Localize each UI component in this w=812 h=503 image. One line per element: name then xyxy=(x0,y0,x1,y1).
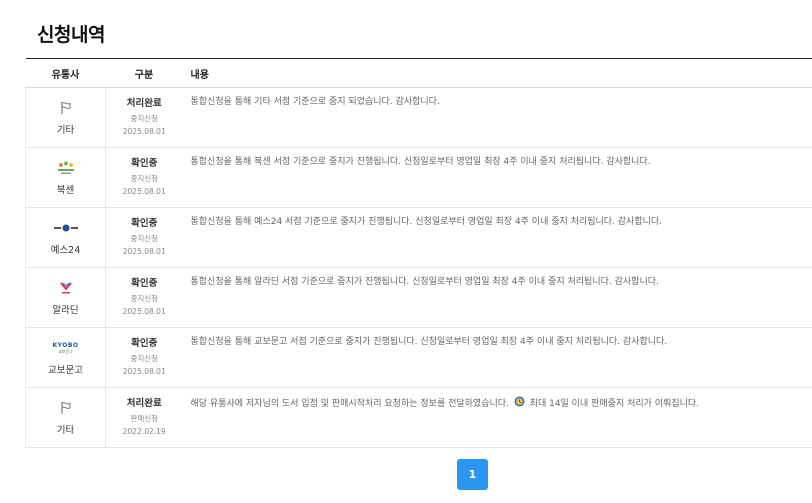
kind-cell: 확인중 중지신청 2025.08.01 xyxy=(105,207,183,268)
flag-icon xyxy=(26,398,105,418)
table-row: 북센 확인중 중지신청 2025.08.01 통합신청을 통해 북센 서점 기준… xyxy=(25,147,812,208)
request-date: 2022.02.19 xyxy=(122,427,166,436)
vendor-name: 예스24 xyxy=(50,245,81,256)
page-1-button[interactable]: 1 xyxy=(457,459,488,490)
yes24-logo xyxy=(26,218,105,238)
status-label: 확인중 xyxy=(131,278,158,289)
table-header-row: 유통사 구분 내용 xyxy=(25,58,812,88)
vendor-cell: 기타 xyxy=(25,87,106,148)
table-row: 알라딘 확인중 중지신청 2025.08.01 통합신청을 통해 알라딘 서점 … xyxy=(25,267,812,328)
content-cell: 통합신청을 통해 알라딘 서점 기준으로 중지가 진행됩니다. 신청일로부터 영… xyxy=(182,267,812,328)
table-row: 기타 처리완료 판매신청 2022.02.19 해당 유통사에 저자님의 도서 … xyxy=(25,387,812,448)
status-label: 처리완료 xyxy=(126,98,162,109)
request-type: 판매신청 xyxy=(130,414,159,423)
vendor-name: 알라딘 xyxy=(52,305,79,316)
request-type: 중지신청 xyxy=(130,114,159,123)
kind-cell: 처리완료 중지신청 2025.08.01 xyxy=(105,87,183,148)
request-date: 2025.08.01 xyxy=(122,307,166,316)
content-text: 해당 유통사에 저자님의 도서 입점 및 판매시작처리 요청하는 정보를 전달하… xyxy=(190,399,509,409)
kind-cell: 확인중 중지신청 2025.08.01 xyxy=(105,327,183,388)
request-type: 중지신청 xyxy=(130,234,159,243)
vendor-name: 교보문고 xyxy=(48,365,83,376)
content-cell: 통합신청을 통해 교보문고 서점 기준으로 중지가 진행됩니다. 신청일로부터 … xyxy=(182,327,812,388)
request-history-table: 유통사 구분 내용 기타 처리완료 중지신청 2025.08.01 통합신청을 … xyxy=(25,58,812,448)
vendor-name: 기타 xyxy=(56,425,75,436)
request-date: 2025.08.01 xyxy=(122,127,166,136)
vendor-name: 북센 xyxy=(56,185,75,196)
content-cell: 통합신청을 통해 기타 서점 기준으로 중지 되었습니다. 감사합니다. xyxy=(182,87,812,148)
clock-icon xyxy=(514,396,525,411)
content-cell: 통합신청을 통해 예스24 서점 기준으로 중지가 진행됩니다. 신청일로부터 … xyxy=(182,207,812,268)
vendor-cell: KYOBO 교보문고 교보문고 xyxy=(25,327,106,388)
request-type: 중지신청 xyxy=(130,174,159,183)
status-label: 처리완료 xyxy=(126,398,162,409)
kyobo-logo-subtext: 교보문고 xyxy=(58,348,73,354)
status-label: 확인중 xyxy=(131,218,158,229)
kind-cell: 확인중 중지신청 2025.08.01 xyxy=(105,147,183,208)
kyobo-logo-text: KYOBO xyxy=(52,341,79,349)
flag-icon xyxy=(26,98,105,118)
header-content: 내용 xyxy=(182,58,812,88)
table-row: KYOBO 교보문고 교보문고 확인중 중지신청 2025.08.01 통합신청… xyxy=(25,327,812,388)
page-title: 신청내역 xyxy=(37,24,105,46)
request-date: 2025.08.01 xyxy=(122,187,166,196)
header-vendor: 유통사 xyxy=(25,58,106,88)
request-type: 중지신청 xyxy=(130,354,159,363)
vendor-cell: 알라딘 xyxy=(25,267,106,328)
vendor-cell: 예스24 xyxy=(25,207,106,268)
content-cell: 해당 유통사에 저자님의 도서 입점 및 판매시작처리 요청하는 정보를 전달하… xyxy=(182,387,812,448)
kind-cell: 확인중 중지신청 2025.08.01 xyxy=(105,267,183,328)
kyobo-logo: KYOBO 교보문고 xyxy=(26,338,105,358)
request-date: 2025.08.01 xyxy=(122,367,166,376)
status-label: 확인중 xyxy=(131,338,158,349)
table-row: 예스24 확인중 중지신청 2025.08.01 통합신청을 통해 예스24 서… xyxy=(25,207,812,268)
vendor-cell: 기타 xyxy=(25,387,106,448)
vendor-name: 기타 xyxy=(56,125,75,136)
booxen-logo xyxy=(26,158,105,178)
content-tail: 최대 14일 이내 판매중지 처리가 이뤄집니다. xyxy=(529,399,700,409)
request-type: 중지신청 xyxy=(130,294,159,303)
table-row: 기타 처리완료 중지신청 2025.08.01 통합신청을 통해 기타 서점 기… xyxy=(25,87,812,148)
header-kind: 구분 xyxy=(105,58,183,88)
kind-cell: 처리완료 판매신청 2022.02.19 xyxy=(105,387,183,448)
status-label: 확인중 xyxy=(131,158,158,169)
vendor-cell: 북센 xyxy=(25,147,106,208)
content-cell: 통합신청을 통해 북센 서점 기준으로 중지가 진행됩니다. 신청일로부터 영업… xyxy=(182,147,812,208)
aladin-logo xyxy=(26,278,105,298)
request-date: 2025.08.01 xyxy=(122,247,166,256)
